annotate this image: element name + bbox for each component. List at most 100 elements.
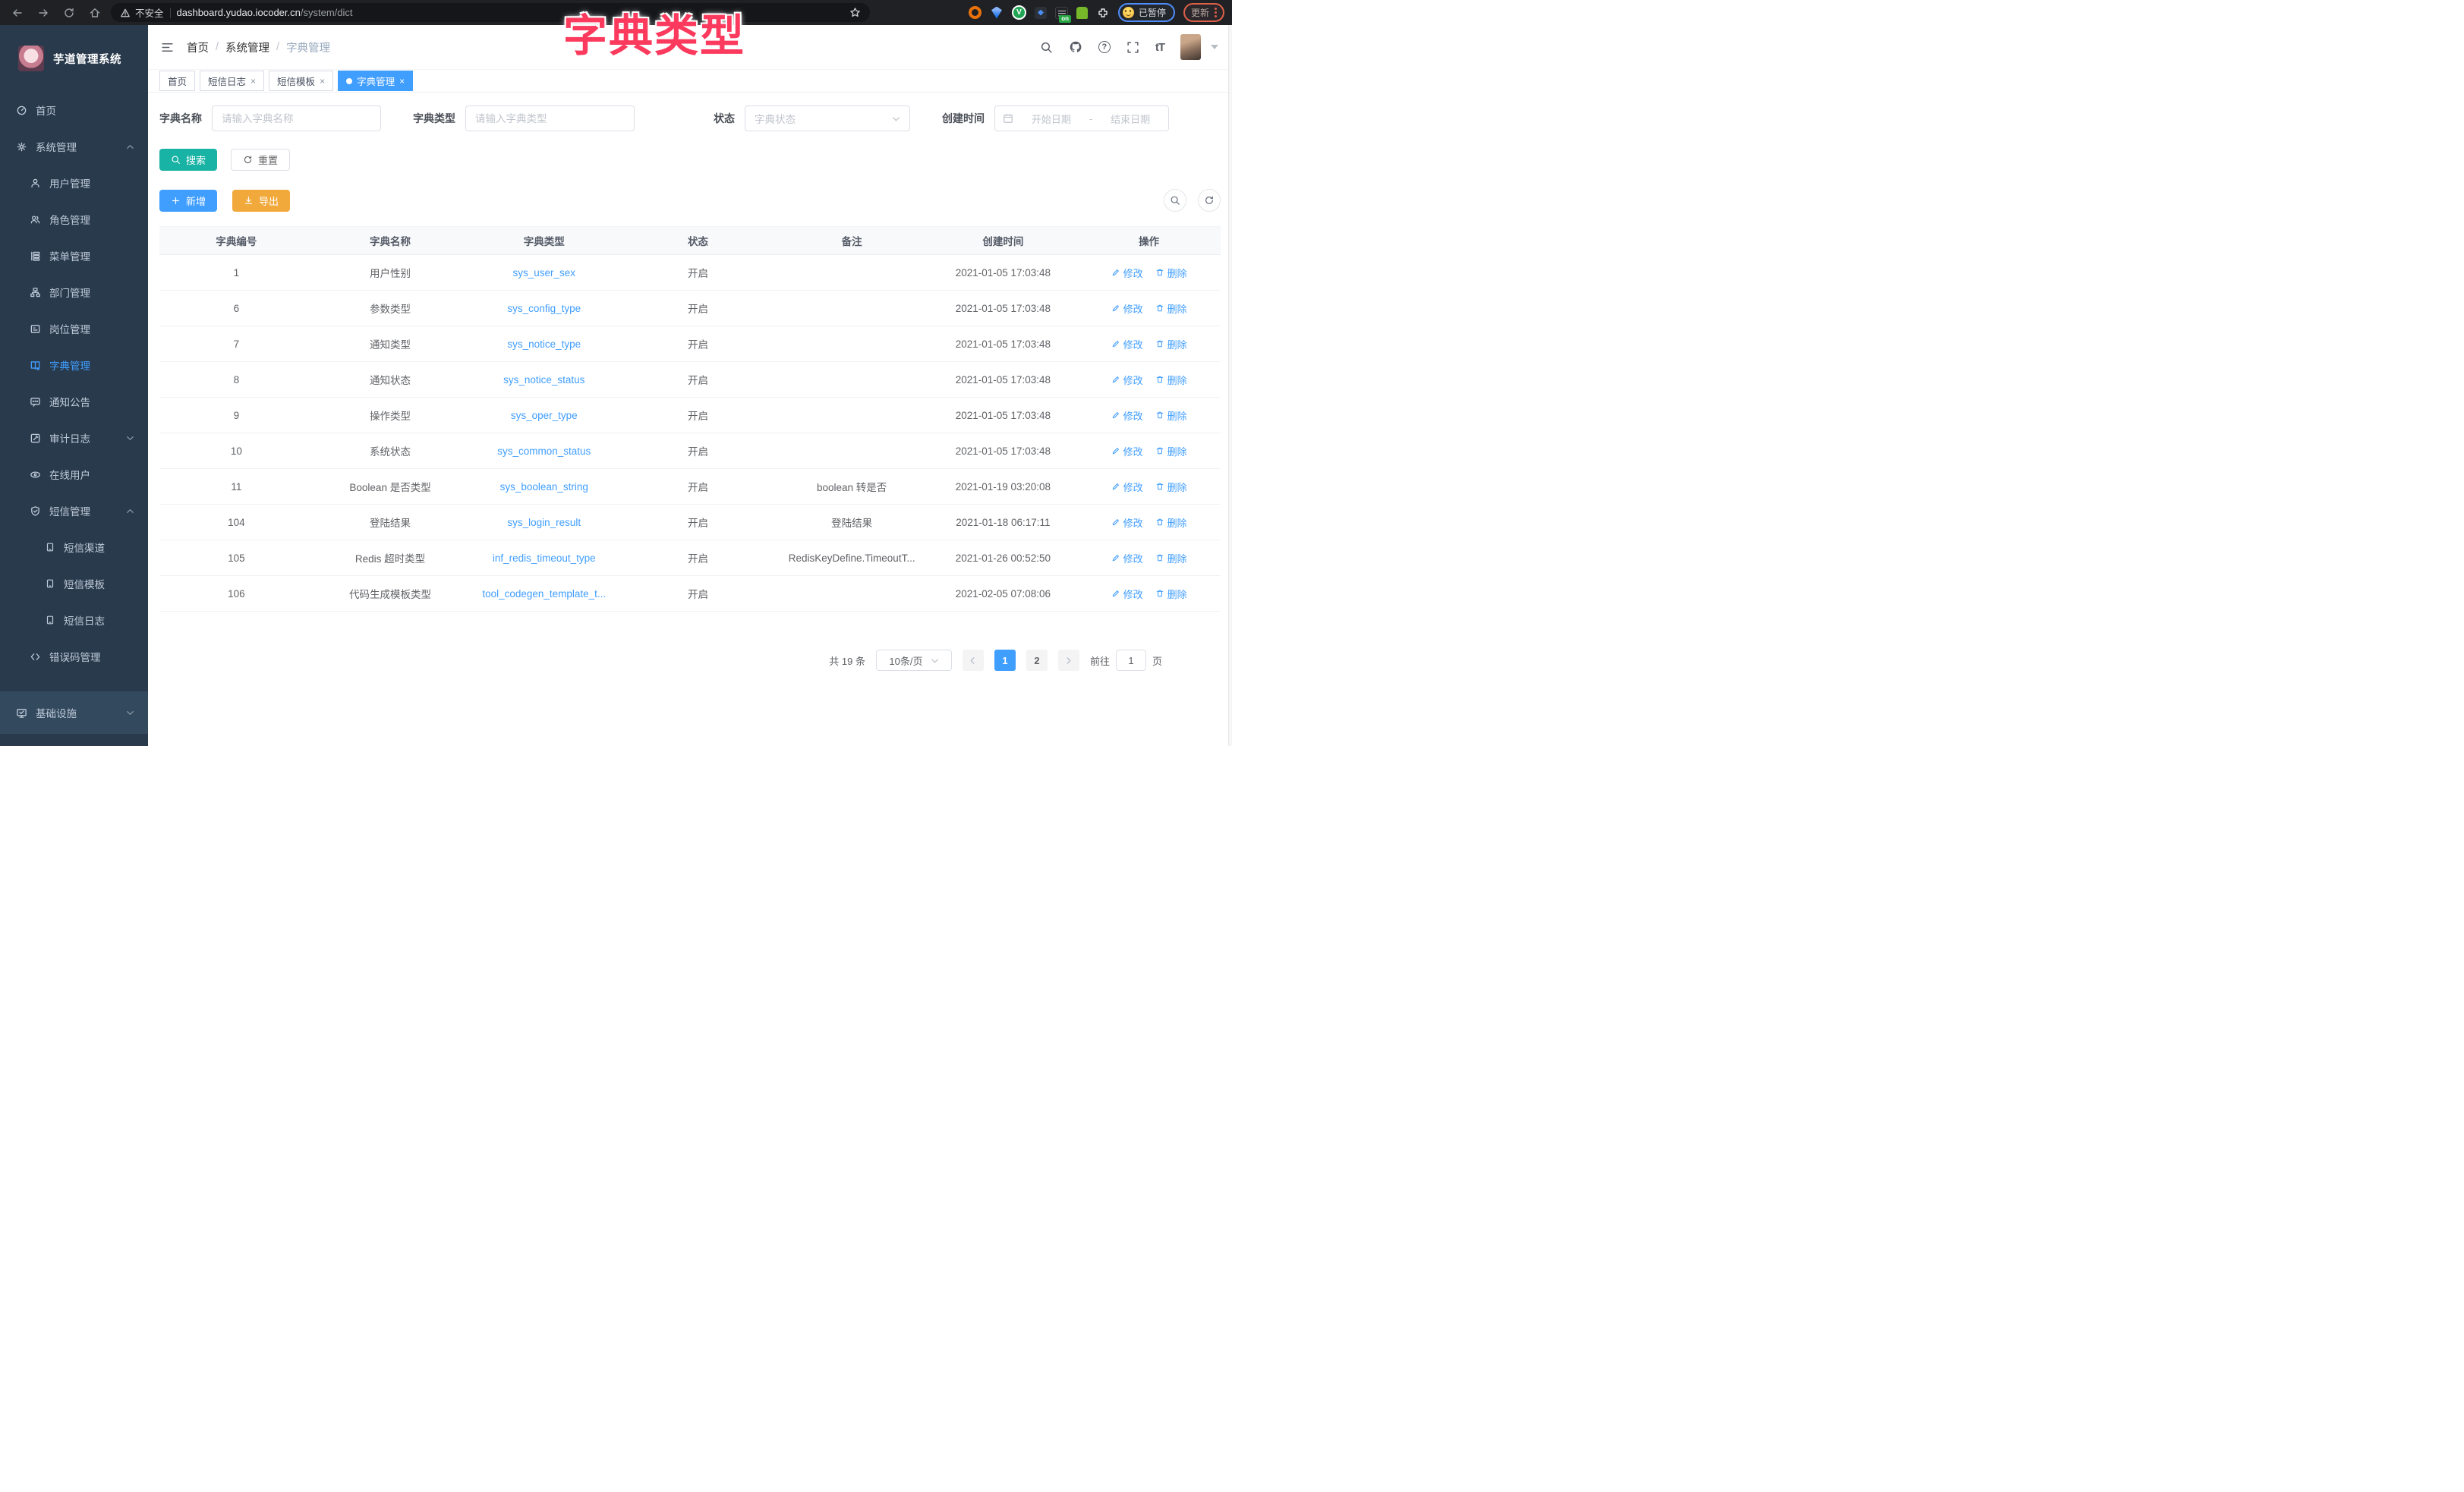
dict-type-input[interactable] <box>465 105 635 131</box>
page-button-1[interactable]: 1 <box>994 650 1016 671</box>
orange-ring-extension-icon[interactable] <box>968 6 982 19</box>
grid-extension-icon[interactable] <box>1034 6 1047 19</box>
close-icon[interactable]: × <box>399 77 405 86</box>
cell-dict-type-link[interactable]: sys_login_result <box>467 504 622 540</box>
avatar-caret-icon[interactable] <box>1211 45 1218 49</box>
goto-page-input[interactable] <box>1115 650 1146 671</box>
bookmark-star-icon[interactable] <box>849 7 861 18</box>
sidebar-item-system[interactable]: 系统管理 <box>0 128 148 165</box>
browser-menu-icon[interactable] <box>1215 8 1217 17</box>
edit-link[interactable]: 修改 <box>1111 444 1143 458</box>
delete-link[interactable]: 删除 <box>1155 515 1187 530</box>
export-button[interactable]: 导出 <box>232 189 291 212</box>
tab-dict[interactable]: 字典管理 × <box>338 71 414 91</box>
adblock-extension-icon[interactable]: on <box>1054 6 1071 23</box>
cell-dict-type-link[interactable]: sys_notice_status <box>467 361 622 398</box>
help-icon[interactable]: ? <box>1098 41 1111 53</box>
page-button-2[interactable]: 2 <box>1026 650 1048 671</box>
cell-dict-type-link[interactable]: sys_notice_type <box>467 326 622 362</box>
sidebar-item-sms-template[interactable]: 短信模板 <box>0 565 148 602</box>
sidebar-item-home[interactable]: 首页 <box>0 92 148 128</box>
search-button[interactable]: 搜索 <box>159 149 218 171</box>
delete-link[interactable]: 删除 <box>1155 408 1187 423</box>
puzzle-extension-icon[interactable] <box>1096 6 1110 20</box>
search-icon[interactable] <box>1040 41 1053 54</box>
delete-link[interactable]: 删除 <box>1155 587 1187 601</box>
sidebar-item-dict[interactable]: 字典管理 <box>0 347 148 383</box>
dict-name-input[interactable] <box>212 105 381 131</box>
app-logo[interactable]: 芋道管理系统 <box>0 25 148 92</box>
fullscreen-icon[interactable] <box>1126 41 1139 54</box>
edit-link[interactable]: 修改 <box>1111 266 1143 280</box>
edit-link[interactable]: 修改 <box>1111 551 1143 565</box>
edit-link[interactable]: 修改 <box>1111 587 1143 601</box>
status-select[interactable]: 字典状态 <box>745 105 910 131</box>
delete-link[interactable]: 删除 <box>1155 266 1187 280</box>
sidebar-item-error-codes[interactable]: 错误码管理 <box>0 638 148 675</box>
show-search-toggle-button[interactable] <box>1164 189 1186 212</box>
sidebar-item-roles[interactable]: 角色管理 <box>0 201 148 238</box>
address-bar[interactable]: 不安全 dashboard.yudao.iocoder.cn/system/di… <box>111 3 870 22</box>
delete-link[interactable]: 删除 <box>1155 337 1187 351</box>
delete-link[interactable]: 删除 <box>1155 551 1187 565</box>
edit-link[interactable]: 修改 <box>1111 301 1143 316</box>
font-size-icon[interactable]: tT <box>1155 41 1165 54</box>
sidebar-item-audit-log[interactable]: 审计日志 <box>0 420 148 456</box>
breadcrumb-home[interactable]: 首页 <box>187 39 209 55</box>
edit-link[interactable]: 修改 <box>1111 373 1143 387</box>
sidebar-item-posts[interactable]: 岗位管理 <box>0 310 148 347</box>
edit-link[interactable]: 修改 <box>1111 337 1143 351</box>
sidebar-item-departments[interactable]: 部门管理 <box>0 274 148 310</box>
close-icon[interactable]: × <box>250 77 256 86</box>
refresh-table-button[interactable] <box>1198 189 1221 212</box>
github-icon[interactable] <box>1069 40 1082 54</box>
end-date[interactable]: 结束日期 <box>1100 112 1161 126</box>
tab-home[interactable]: 首页 <box>159 71 196 91</box>
delete-link[interactable]: 删除 <box>1155 444 1187 458</box>
edit-link[interactable]: 修改 <box>1111 480 1143 494</box>
cell-dict-type-link[interactable]: inf_redis_timeout_type <box>467 540 622 576</box>
reset-button[interactable]: 重置 <box>231 149 291 171</box>
home-icon[interactable] <box>85 3 105 23</box>
back-icon[interactable] <box>8 3 27 23</box>
forward-icon[interactable] <box>33 3 53 23</box>
green-bot-extension-icon[interactable] <box>1076 6 1088 19</box>
cell-dict-type-link[interactable]: sys_oper_type <box>467 397 622 433</box>
delete-link[interactable]: 删除 <box>1155 480 1187 494</box>
sidebar-item-sms-channel[interactable]: 短信渠道 <box>0 529 148 565</box>
cell-dict-type-link[interactable]: tool_codegen_template_t... <box>467 575 622 612</box>
sidebar-item-users[interactable]: 用户管理 <box>0 165 148 201</box>
sidebar-item-online-users[interactable]: 在线用户 <box>0 456 148 493</box>
sidebar-item-notice[interactable]: 通知公告 <box>0 383 148 420</box>
prev-page-button[interactable] <box>962 650 984 671</box>
scrollbar[interactable] <box>1228 25 1232 746</box>
date-range-picker[interactable]: 开始日期 - 结束日期 <box>994 105 1169 131</box>
green-v-extension-icon[interactable]: V <box>1011 5 1026 20</box>
cell-dict-type-link[interactable]: sys_boolean_string <box>467 468 622 505</box>
delete-link[interactable]: 删除 <box>1155 373 1187 387</box>
sidebar-item-sms[interactable]: 短信管理 <box>0 493 148 529</box>
paused-badge[interactable]: 已暂停 <box>1117 3 1175 22</box>
close-icon[interactable]: × <box>320 77 325 86</box>
cell-dict-type-link[interactable]: sys_config_type <box>467 290 622 326</box>
edit-link[interactable]: 修改 <box>1111 515 1143 530</box>
edit-link[interactable]: 修改 <box>1111 408 1143 423</box>
cell-dict-type-link[interactable]: sys_common_status <box>467 433 622 469</box>
sidebar-item-menus[interactable]: 菜单管理 <box>0 238 148 274</box>
breadcrumb-system[interactable]: 系统管理 <box>225 39 269 55</box>
cell-dict-type-link[interactable]: sys_user_sex <box>467 254 622 291</box>
reload-icon[interactable] <box>59 3 79 23</box>
update-button[interactable]: 更新 <box>1183 3 1224 22</box>
add-button[interactable]: 新增 <box>159 189 218 212</box>
next-page-button[interactable] <box>1057 650 1079 671</box>
tab-sms-template[interactable]: 短信模板 × <box>269 71 334 91</box>
tab-sms-log[interactable]: 短信日志 × <box>200 71 265 91</box>
page-size-select[interactable]: 10条/页 <box>875 650 952 671</box>
sidebar-collapse-icon[interactable] <box>160 41 175 54</box>
delete-link[interactable]: 删除 <box>1155 301 1187 316</box>
user-avatar[interactable] <box>1180 34 1201 60</box>
blue-gem-extension-icon[interactable] <box>990 6 1004 20</box>
start-date[interactable]: 开始日期 <box>1021 112 1082 126</box>
sidebar-item-infrastructure[interactable]: 基础设施 <box>0 691 148 734</box>
sidebar-item-sms-log[interactable]: 短信日志 <box>0 602 148 638</box>
